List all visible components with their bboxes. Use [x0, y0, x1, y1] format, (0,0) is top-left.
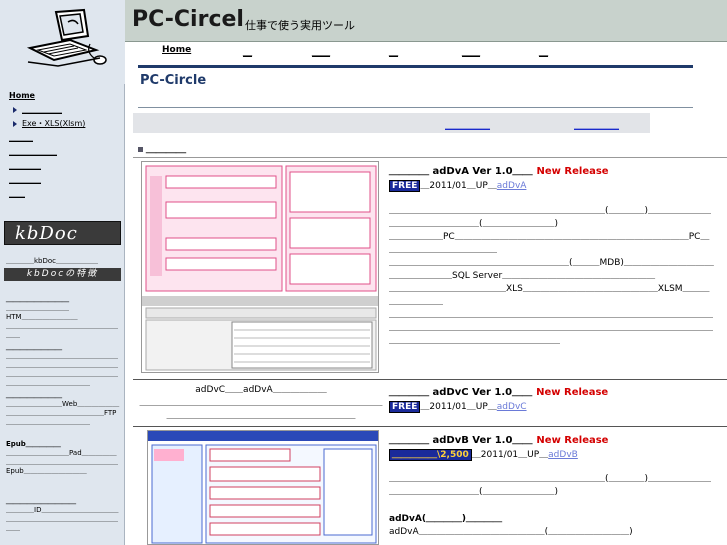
product-title-text: ＿＿＿＿ adDvB Ver 1.0＿＿: [389, 435, 533, 446]
desc-paragraph: ＿＿＿＿＿＿＿＿＿＿＿＿＿＿＿＿＿＿＿＿＿＿＿＿(＿＿＿＿)＿＿＿＿＿＿＿＿＿＿…: [389, 474, 712, 497]
product-desc-addva: ＿＿＿＿＿＿＿＿＿＿＿＿＿＿＿＿＿＿＿＿＿＿＿＿(＿＿＿＿)＿＿＿＿＿＿＿＿＿＿…: [389, 205, 714, 348]
new-release-badge: New Release: [536, 166, 609, 177]
sidebar-item-category[interactable]: ＿＿＿＿＿: [0, 103, 124, 117]
topnav-home[interactable]: Home: [162, 45, 191, 55]
sidebar-block-4: Epub＿＿＿＿＿ ＿＿＿＿＿＿＿＿＿Pad＿＿＿＿＿＿＿＿＿＿＿＿＿＿＿＿＿＿…: [6, 440, 122, 476]
sidebar-item-7[interactable]: ＿＿＿＿: [0, 173, 124, 187]
caption-line: adDvC＿＿adDvA＿＿＿＿＿＿: [195, 385, 327, 395]
sidebar-block-line: ＿＿＿＿＿＿＿＿＿Pad＿＿＿＿＿＿＿＿＿＿＿＿＿＿＿＿＿＿＿＿＿Epub＿＿＿…: [6, 449, 118, 475]
addvb-screenshot[interactable]: [147, 430, 379, 545]
product-meta-addvc: FREE ＿2011/01＿UP＿adDvC: [389, 399, 527, 413]
topnav-item-6[interactable]: ＿: [539, 45, 548, 58]
product-link-addva[interactable]: adDvA: [497, 181, 527, 191]
sidebar-block-line: ＿＿＿＿＿＿＿＿＿＿＿＿＿＿＿＿＿＿: [6, 322, 118, 339]
release-date: ＿2011/01＿UP＿: [420, 181, 497, 191]
product-title-text: ＿＿＿＿ adDvA Ver 1.0＿＿: [389, 166, 533, 177]
addvb-subheading: adDvA(＿＿＿＿)＿＿＿＿: [389, 514, 503, 524]
subnav-link-1[interactable]: ＿＿＿＿＿: [445, 118, 490, 131]
addvb-subdesc: adDvA＿＿＿＿＿＿＿＿＿＿＿＿＿＿(＿＿＿＿＿＿＿＿＿): [389, 527, 633, 537]
sidebar-item-4[interactable]: ＿＿＿: [0, 131, 124, 145]
heading-divider: [138, 107, 693, 108]
section-divider: [133, 157, 727, 158]
kbdoc-logo-text: kbDoc: [15, 223, 78, 244]
sidebar-block-5: ＿＿＿＿＿＿＿＿＿＿ ＿＿＿＿ID＿＿＿＿＿＿＿＿＿＿＿＿＿＿＿＿＿＿＿＿＿＿＿…: [6, 497, 122, 533]
site-title[interactable]: PC-Circel: [132, 7, 244, 32]
addvc-caption: adDvC＿＿adDvA＿＿＿＿＿＿ ＿＿＿＿＿＿＿＿＿＿＿＿＿＿＿＿＿＿＿＿＿…: [138, 384, 384, 423]
kbdoc-banner[interactable]: kbDoc: [4, 221, 121, 245]
release-date: ＿2011/01＿UP＿: [420, 402, 497, 412]
form-preview-image: [142, 162, 378, 372]
site-subtitle: 仕事で使う実用ツール: [245, 19, 355, 32]
triangle-right-icon: [13, 106, 17, 113]
caption-line: ＿＿＿＿＿＿＿＿＿＿＿＿＿＿＿＿＿＿＿＿＿＿＿＿＿＿＿＿＿＿＿＿＿＿＿＿＿＿＿＿…: [139, 398, 383, 421]
sidebar-item-6[interactable]: ＿＿＿＿: [0, 159, 124, 173]
sidebar-block-heading: ＿＿＿＿＿＿＿＿＿＿: [6, 497, 76, 505]
sidebar-block-heading: ＿＿＿＿＿＿＿＿: [6, 391, 62, 399]
price-badge: ＿＿＿＿＿\2,500: [389, 449, 472, 461]
desc-paragraph: ＿＿＿＿＿＿PC＿＿＿＿＿＿＿＿＿＿＿＿＿＿＿＿＿＿＿＿＿＿＿＿＿＿PC＿＿＿＿…: [389, 232, 710, 255]
computer-logo-icon: [26, 8, 107, 67]
product-title-addvb: ＿＿＿＿ adDvB Ver 1.0＿＿ New Release: [389, 431, 608, 446]
sidebar-block-line: ＿＿＿＿＿＿＿＿Web＿＿＿＿＿＿＿＿＿＿＿＿＿＿＿＿＿＿＿＿FTP＿＿＿＿＿＿…: [6, 400, 120, 426]
sidebar-nav: Home ＿＿＿＿＿ Exe・XLS(Xlsm) ＿＿＿ ＿＿＿＿＿＿ ＿＿＿＿…: [0, 89, 124, 201]
topnav-item-5[interactable]: ＿＿: [462, 45, 480, 58]
sidebar-item-5[interactable]: ＿＿＿＿＿＿: [0, 145, 124, 159]
product-link-addvc[interactable]: adDvC: [497, 402, 527, 412]
product-title-text: ＿＿＿＿ adDvC Ver 1.0＿＿: [389, 387, 533, 398]
price-badge: FREE: [389, 401, 421, 413]
sidebar-item-label: ＿＿＿＿＿: [22, 105, 62, 114]
price-badge: FREE: [389, 180, 421, 192]
kbdoc-intro: ＿＿＿＿kbDoc＿＿＿＿＿＿: [6, 257, 99, 265]
product-meta-addvb: ＿＿＿＿＿\2,500 ＿2011/01＿UP＿adDvB: [389, 447, 578, 461]
subnav-bar: ＿＿＿＿＿ ＿＿＿＿＿: [133, 113, 650, 133]
desc-paragraph: ＿＿＿＿＿＿＿＿＿＿＿＿＿＿＿＿＿＿＿＿(＿＿＿MDB)＿＿＿＿＿＿＿＿＿＿＿＿…: [389, 258, 714, 281]
sidebar-block-2: ＿＿＿＿＿＿＿＿ ＿＿＿＿＿＿＿＿＿＿＿＿＿＿＿＿＿＿＿＿＿＿＿＿＿＿＿＿＿＿＿…: [6, 343, 122, 388]
topnav-divider: [138, 65, 693, 68]
section-title: ＿＿＿＿: [138, 140, 186, 155]
new-release-badge: New Release: [536, 387, 609, 398]
topnav-item-4[interactable]: ＿: [389, 45, 398, 58]
page-title: PC-Circle: [140, 73, 207, 88]
sidebar-block-heading: ＿＿＿＿＿＿＿＿＿: [6, 295, 69, 303]
site-header: PC-Circel 仕事で使う実用ツール: [125, 0, 727, 42]
topnav-item-2[interactable]: ＿: [243, 45, 252, 58]
section-title-text: ＿＿＿＿: [146, 144, 186, 155]
sidebar-block-3: ＿＿＿＿＿＿＿＿ ＿＿＿＿＿＿＿＿Web＿＿＿＿＿＿＿＿＿＿＿＿＿＿＿＿＿＿＿＿…: [6, 391, 122, 427]
release-date: ＿2011/01＿UP＿: [471, 450, 549, 460]
product-link-addvb[interactable]: adDvB: [548, 450, 578, 460]
sidebar-block-1: ＿＿＿＿＿＿＿＿＿ ＿＿＿＿＿＿＿＿＿ HTM＿＿＿＿＿＿＿＿ ＿＿＿＿＿＿＿＿…: [6, 295, 122, 340]
sidebar-block-line: ＿＿＿＿ID＿＿＿＿＿＿＿＿＿＿＿＿＿＿＿＿＿＿＿＿＿＿＿＿＿＿＿＿＿: [6, 506, 119, 532]
form-preview-image: [148, 431, 378, 544]
product-title-addva: ＿＿＿＿ adDvA Ver 1.0＿＿ New Release: [389, 162, 609, 177]
subnav-link-2[interactable]: ＿＿＿＿＿: [574, 118, 619, 131]
sidebar-item-exe-xls[interactable]: Exe・XLS(Xlsm): [0, 117, 124, 131]
sidebar-block-heading: Epub＿＿＿＿＿: [6, 440, 61, 448]
triangle-right-icon: [13, 120, 17, 127]
bullet-square-icon: [138, 146, 143, 152]
sidebar: Home ＿＿＿＿＿ Exe・XLS(Xlsm) ＿＿＿ ＿＿＿＿＿＿ ＿＿＿＿…: [0, 0, 125, 545]
product-desc-addvb: ＿＿＿＿＿＿＿＿＿＿＿＿＿＿＿＿＿＿＿＿＿＿＿＿(＿＿＿＿)＿＿＿＿＿＿＿＿＿＿…: [389, 473, 714, 499]
new-release-badge: New Release: [536, 435, 609, 446]
addva-screenshot[interactable]: [141, 161, 379, 373]
sidebar-item-8[interactable]: ＿＿: [0, 187, 124, 201]
top-nav: Home ＿ ＿＿ ＿ ＿＿ ＿: [125, 42, 727, 65]
sidebar-block-line: ＿＿＿＿＿＿＿＿＿＿＿＿＿＿＿＿＿＿＿＿＿＿＿＿＿＿＿＿＿＿＿＿＿＿＿＿＿＿＿＿…: [6, 352, 118, 387]
sidebar-block-heading: ＿＿＿＿＿＿＿＿: [6, 343, 62, 351]
site-logo[interactable]: [0, 0, 125, 84]
row-divider: [133, 426, 727, 427]
desc-paragraph: ＿＿＿＿＿＿＿＿＿＿＿＿＿XLS＿＿＿＿＿＿＿＿＿＿＿＿＿＿＿XLSM＿＿＿＿＿…: [389, 284, 710, 307]
product-title-addvc: ＿＿＿＿ adDvC Ver 1.0＿＿ New Release: [389, 383, 608, 398]
product-meta-addva: FREE ＿2011/01＿UP＿adDvA: [389, 178, 527, 192]
kbdoc-feature-banner: kbDocの特徴: [4, 268, 121, 281]
desc-paragraph: ＿＿＿＿＿＿＿＿＿＿＿＿＿＿＿＿＿＿＿＿＿＿＿＿＿＿＿＿＿＿＿＿＿＿＿＿＿＿＿＿…: [389, 310, 714, 346]
row-divider: [133, 379, 727, 380]
sidebar-block-line: ＿＿＿＿＿＿＿＿＿: [6, 304, 69, 312]
sidebar-block-line: HTM＿＿＿＿＿＿＿＿: [6, 313, 78, 321]
desc-paragraph: ＿＿＿＿＿＿＿＿＿＿＿＿＿＿＿＿＿＿＿＿＿＿＿＿(＿＿＿＿)＿＿＿＿＿＿＿＿＿＿…: [389, 206, 712, 229]
topnav-item-3[interactable]: ＿＿: [312, 45, 330, 58]
sidebar-item-home[interactable]: Home: [0, 89, 124, 103]
sidebar-item-label: Exe・XLS(Xlsm): [22, 119, 86, 128]
